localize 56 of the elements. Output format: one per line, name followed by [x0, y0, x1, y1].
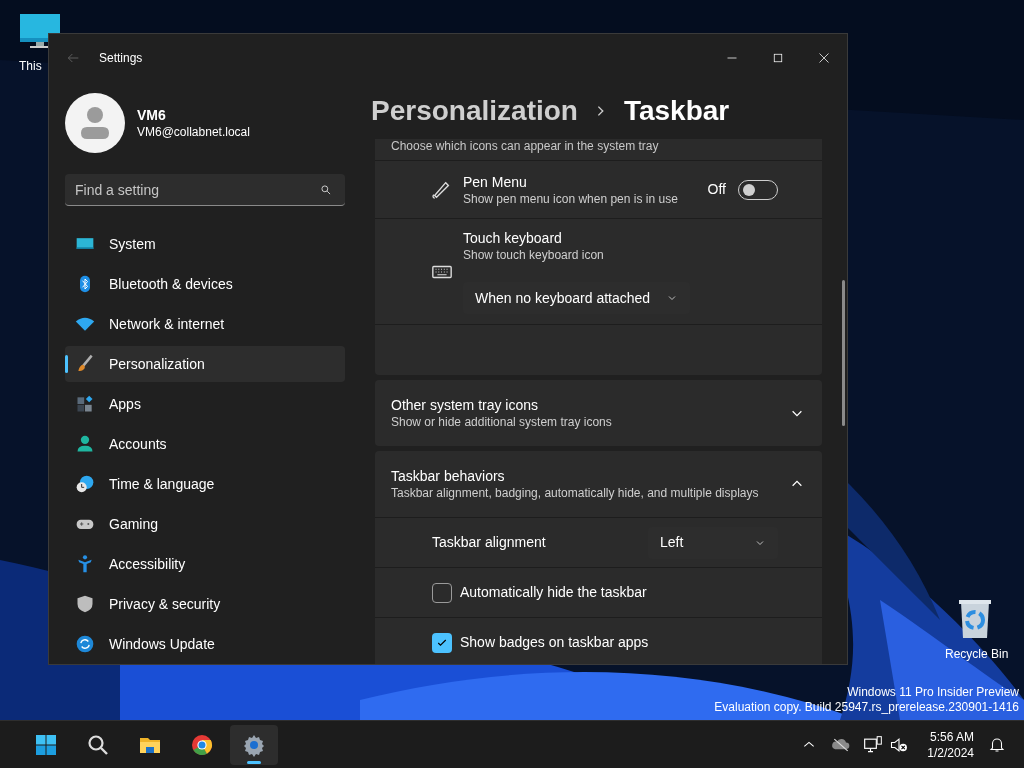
checkbox-label: Automatically hide the taskbar — [460, 583, 647, 602]
breadcrumb-item: Taskbar — [623, 93, 730, 128]
nav-icon — [75, 354, 95, 374]
section-title: Other system tray icons — [391, 396, 540, 414]
expander-header[interactable]: Taskbar behaviors Taskbar alignment, badging, automatically hide, and multiple displays — [375, 451, 822, 517]
setting-title: Pen Menu — [463, 172, 528, 191]
search-field[interactable]: Find a setting — [65, 174, 345, 206]
browser-icon — [190, 732, 214, 757]
nav-item[interactable]: Privacy & security — [65, 586, 345, 622]
setting-description: Show pen menu icon when pen is in use — [463, 190, 679, 207]
nav-item[interactable]: System — [65, 226, 345, 262]
clock[interactable]: 5:56 AM 1/2/2024 — [921, 728, 980, 761]
checkbox-label: Show badges on taskbar apps — [460, 633, 649, 652]
user-name: VM6 — [137, 106, 167, 124]
nav-item[interactable]: Time & language — [65, 466, 345, 502]
expander-header[interactable]: Other system tray icons Show or hide additional system tray icons — [375, 380, 822, 446]
nav-item[interactable]: Personalization — [65, 346, 345, 382]
nav-item[interactable]: Network & internet — [65, 306, 345, 342]
nav-item[interactable]: Windows Update — [65, 626, 345, 662]
nav-item[interactable]: Bluetooth & devices — [65, 266, 345, 302]
search-icon — [319, 183, 333, 197]
window-title: Settings — [99, 50, 143, 67]
taskbar-button[interactable] — [230, 724, 278, 765]
start-icon — [34, 732, 58, 757]
nav-item[interactable]: Accessibility — [65, 546, 345, 582]
section-description: Taskbar alignment, badging, automatically hide, and multiple displays — [391, 485, 760, 501]
selection-indicator — [65, 355, 68, 373]
nav-icon — [75, 474, 95, 494]
checkbox[interactable] — [432, 582, 452, 603]
nav-icon — [75, 394, 95, 414]
setting-title: Taskbar alignment — [432, 533, 547, 552]
bell-icon[interactable] — [988, 735, 1006, 754]
setting-description: Show touch keyboard icon — [463, 247, 605, 263]
network-icon[interactable] — [863, 734, 884, 755]
nav-icon — [75, 594, 95, 614]
user-email: VM6@collabnet.local — [137, 124, 250, 140]
search-icon — [86, 732, 110, 757]
nav-item[interactable]: Apps — [65, 386, 345, 422]
monitor-icon[interactable] — [18, 12, 62, 50]
nav-item[interactable]: Gaming — [65, 506, 345, 542]
desktop-icon-label[interactable]: Recycle Bin — [945, 646, 1009, 662]
avatar-icon[interactable] — [65, 93, 125, 153]
card-description: Choose which icons can appear in the system tray — [375, 139, 822, 161]
toggle-state-label: Off — [707, 180, 726, 199]
recycle-bin-icon[interactable] — [957, 598, 993, 640]
nav-icon — [75, 434, 95, 454]
section-description: Show or hide additional system tray icons — [391, 414, 613, 430]
desktop-icon-label[interactable]: This — [19, 58, 42, 74]
checkbox[interactable] — [432, 632, 452, 653]
breadcrumb-item[interactable]: Personalization — [371, 89, 578, 132]
build-info-text: Windows 11 Pro Insider Preview — [847, 685, 1019, 700]
nav-item[interactable]: Accounts — [65, 426, 345, 462]
nav-icon — [75, 634, 95, 654]
section-title: Taskbar behaviors — [391, 467, 506, 485]
scrollbar-thumb[interactable] — [842, 280, 845, 426]
setting-title: Touch keyboard — [463, 229, 563, 247]
